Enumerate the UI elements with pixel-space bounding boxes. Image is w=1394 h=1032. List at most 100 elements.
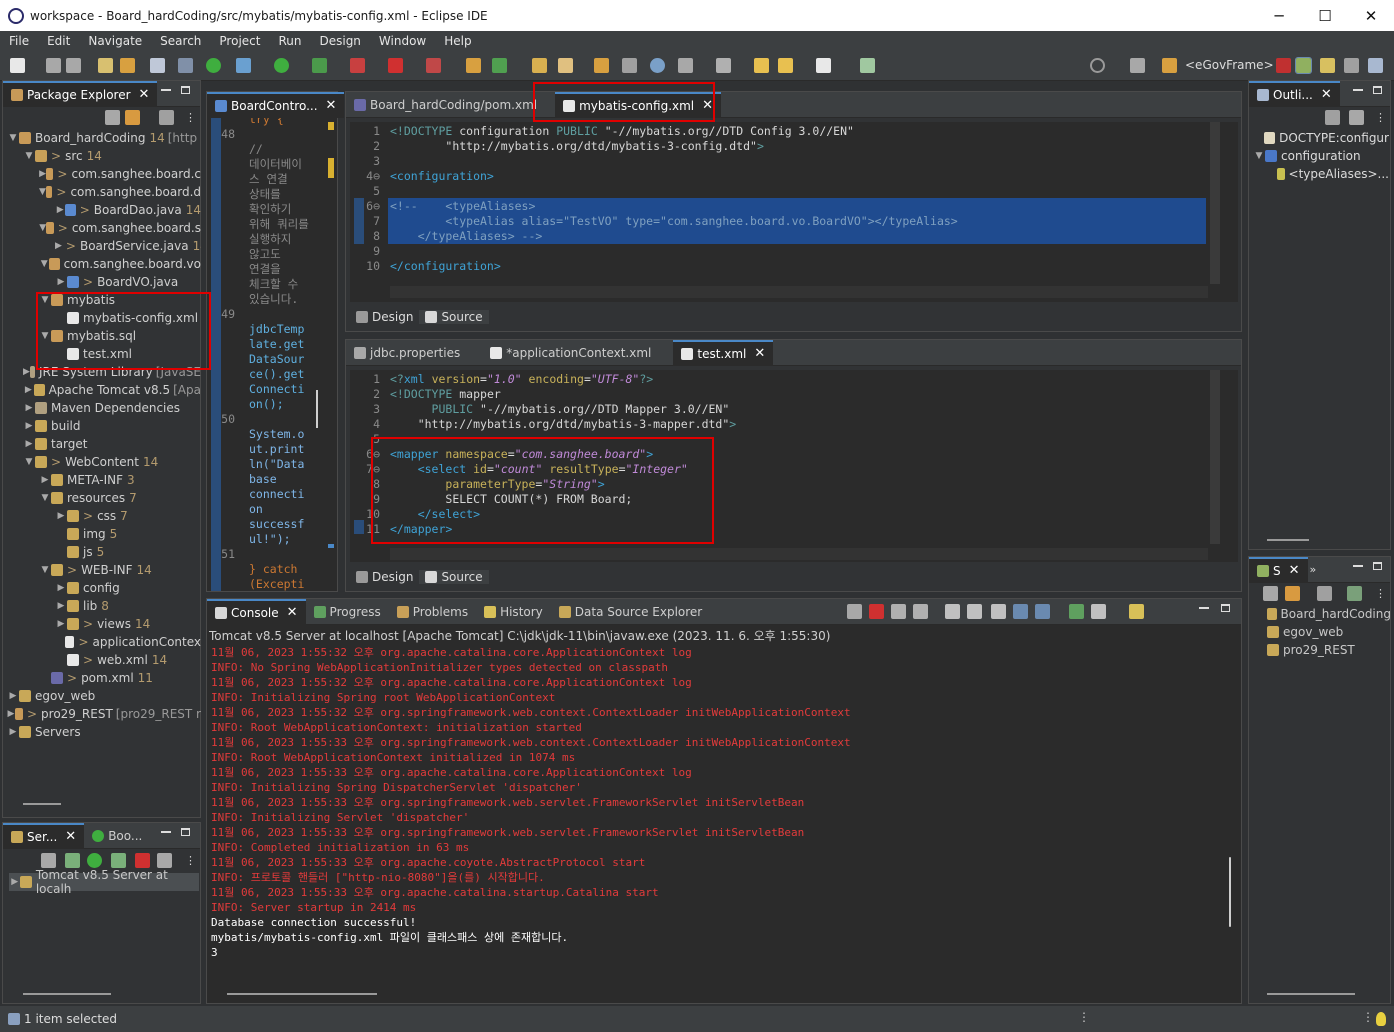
expand-icon[interactable]: ▶ bbox=[55, 579, 67, 597]
perspective-label[interactable]: <eGovFrame> bbox=[1185, 58, 1274, 72]
save-icon[interactable] bbox=[46, 58, 61, 73]
menu-navigate[interactable]: Navigate bbox=[79, 34, 151, 48]
vertical-scrollbar[interactable] bbox=[316, 390, 318, 428]
link-with-editor-icon[interactable] bbox=[125, 110, 140, 125]
tree-item[interactable]: js 5 bbox=[7, 543, 201, 561]
tree-item[interactable]: > applicationContex bbox=[7, 633, 201, 651]
expand-icon[interactable]: ▶ bbox=[23, 381, 34, 399]
expand-icon[interactable]: ▶ bbox=[23, 417, 35, 435]
tab-data-source-explorer[interactable]: Data Source Explorer bbox=[551, 599, 710, 625]
tree-item[interactable]: ▶ > com.sanghee.board.c bbox=[7, 165, 201, 183]
vertical-scrollbar[interactable] bbox=[1210, 370, 1220, 544]
tab-progress[interactable]: Progress bbox=[306, 599, 389, 625]
last-edit-icon[interactable] bbox=[716, 58, 731, 73]
external-tools-icon[interactable] bbox=[350, 58, 365, 73]
new-class-icon[interactable] bbox=[492, 58, 507, 73]
expand-icon[interactable]: ▶ bbox=[23, 399, 35, 417]
remove-all-icon[interactable] bbox=[913, 604, 928, 619]
tab-history[interactable]: History bbox=[476, 599, 551, 625]
collapse-icon[interactable]: ▼ bbox=[7, 129, 19, 147]
close-icon[interactable]: ✕ bbox=[287, 605, 298, 620]
filter-icon[interactable] bbox=[1317, 586, 1332, 601]
collapse-all-icon[interactable] bbox=[1263, 586, 1278, 601]
save-all-icon[interactable] bbox=[66, 58, 81, 73]
scroll-thumb[interactable] bbox=[1229, 857, 1231, 927]
maximize-panel-icon[interactable] bbox=[1373, 86, 1382, 94]
sync-icon[interactable] bbox=[847, 604, 862, 619]
tab-jdbc-properties[interactable]: jdbc.properties bbox=[346, 340, 468, 366]
collapse-icon[interactable]: ▼ bbox=[39, 183, 46, 201]
horizontal-scrollbar[interactable] bbox=[390, 548, 1208, 560]
project-item[interactable]: pro29_REST bbox=[1267, 641, 1391, 659]
tab-servers[interactable]: Ser... ✕ bbox=[3, 822, 85, 849]
search-icon[interactable] bbox=[1090, 58, 1105, 73]
maximize-panel-icon[interactable] bbox=[1373, 562, 1382, 570]
back-edit-icon[interactable] bbox=[754, 58, 769, 73]
outline-item-configuration[interactable]: ▼ configuration bbox=[1253, 147, 1389, 165]
collapse-icon[interactable]: ▼ bbox=[39, 489, 51, 507]
vertical-scrollbar[interactable] bbox=[1225, 645, 1235, 985]
expand-icon[interactable]: ▶ bbox=[55, 201, 65, 219]
open-type-icon[interactable] bbox=[532, 58, 547, 73]
expand-icon[interactable]: ▶ bbox=[55, 597, 67, 615]
collapse-icon[interactable]: ▼ bbox=[39, 255, 49, 273]
minimize-button[interactable]: ─ bbox=[1256, 0, 1302, 31]
java-perspective-icon[interactable] bbox=[1320, 58, 1335, 73]
sort-icon[interactable] bbox=[1347, 586, 1362, 601]
source-tab[interactable]: Source bbox=[419, 570, 489, 584]
stop-server-icon[interactable] bbox=[135, 853, 150, 868]
tree-item[interactable]: ▶ build bbox=[7, 417, 201, 435]
tree-item[interactable]: ▶ config bbox=[7, 579, 201, 597]
menu-edit[interactable]: Edit bbox=[38, 34, 79, 48]
tab-problems[interactable]: Problems bbox=[389, 599, 476, 625]
tree-item[interactable]: ▼ resources 7 bbox=[7, 489, 201, 507]
tree-item[interactable]: img 5 bbox=[7, 525, 201, 543]
expand-icon[interactable]: ▶ bbox=[9, 877, 20, 887]
pen-icon[interactable] bbox=[558, 58, 573, 73]
horizontal-scrollbar[interactable] bbox=[23, 803, 61, 805]
tab-board-controller[interactable]: BoardContro... ✕ bbox=[207, 91, 345, 118]
filter-icon[interactable] bbox=[159, 110, 174, 125]
minimize-panel-icon[interactable] bbox=[1353, 89, 1363, 91]
horizontal-scrollbar[interactable] bbox=[227, 993, 377, 995]
collapse-all-icon[interactable] bbox=[105, 110, 120, 125]
tree-item[interactable]: > web.xml 14 bbox=[7, 651, 201, 669]
outline-item-doctype[interactable]: DOCTYPE:configur bbox=[1253, 129, 1389, 147]
terminate-icon[interactable] bbox=[869, 604, 884, 619]
tree-item[interactable]: > pom.xml 11 bbox=[7, 669, 201, 687]
tree-item[interactable]: ▼ > src 14 bbox=[7, 147, 201, 165]
close-icon[interactable]: ✕ bbox=[1321, 87, 1332, 102]
tree-item[interactable]: ▶ egov_web bbox=[7, 687, 201, 705]
open-folder-icon[interactable] bbox=[594, 58, 609, 73]
server-start-icon[interactable] bbox=[206, 58, 221, 73]
collapse-icon[interactable]: ▼ bbox=[23, 147, 35, 165]
ant-icon[interactable] bbox=[426, 58, 441, 73]
debug-icon[interactable] bbox=[236, 58, 251, 73]
source-tab[interactable]: Source bbox=[419, 310, 489, 324]
expand-icon[interactable]: ▶ bbox=[55, 237, 62, 255]
warning-marker[interactable] bbox=[328, 122, 334, 130]
egov-perspective-icon[interactable] bbox=[1162, 58, 1177, 73]
tree-item[interactable]: ▶ > pro29_REST [pro29_REST r bbox=[7, 705, 201, 723]
tree-item[interactable]: ▶ Maven Dependencies bbox=[7, 399, 201, 417]
tab-test-xml[interactable]: test.xml ✕ bbox=[673, 339, 774, 366]
profile-server-icon[interactable] bbox=[111, 853, 126, 868]
console-toggle-icon[interactable] bbox=[150, 58, 165, 73]
board-controller-code[interactable]: try {48 //데이터베이 스 연결 상태를 확인하기 위해 쿼리를 실행하지 않고도 연결… bbox=[207, 118, 337, 591]
tree-item[interactable]: ▶ > css 7 bbox=[7, 507, 201, 525]
debug-perspective-icon[interactable] bbox=[1344, 58, 1359, 73]
word-wrap-icon[interactable] bbox=[991, 604, 1006, 619]
collapse-all-icon[interactable] bbox=[1349, 110, 1364, 125]
maximize-panel-icon[interactable] bbox=[1221, 604, 1230, 612]
vertical-scrollbar[interactable] bbox=[1210, 122, 1220, 284]
maximize-panel-icon[interactable] bbox=[181, 828, 190, 836]
stop-icon[interactable] bbox=[388, 58, 403, 73]
skip-breakpoints-icon[interactable] bbox=[178, 58, 193, 73]
expand-icon[interactable]: ▶ bbox=[55, 615, 67, 633]
close-icon[interactable]: ✕ bbox=[754, 346, 765, 361]
tree-item[interactable]: ▼ > WebContent 14 bbox=[7, 453, 201, 471]
back-icon[interactable] bbox=[778, 58, 793, 73]
data-perspective-icon[interactable] bbox=[1368, 58, 1383, 73]
menu-window[interactable]: Window bbox=[370, 34, 435, 48]
collapse-icon[interactable] bbox=[41, 853, 56, 868]
